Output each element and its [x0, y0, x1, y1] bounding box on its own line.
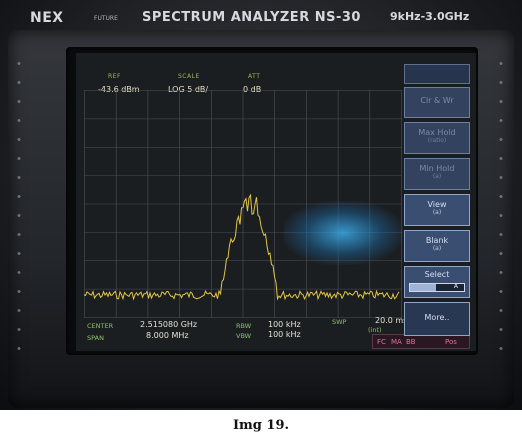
scale-label: SCALE [178, 73, 200, 80]
status-pos: Pos [445, 338, 457, 346]
vbw-label: VBW [236, 332, 252, 340]
select-value: A [453, 283, 458, 290]
rbw-label: RBW [236, 322, 252, 330]
left-speaker-grille [14, 54, 24, 354]
softkey-select-label: Select [424, 270, 450, 279]
screen-glare [283, 201, 403, 265]
softkey-blank[interactable]: Blank (a) [404, 230, 470, 262]
status-fc: FC [377, 338, 386, 346]
softkey-view[interactable]: View (a) [404, 194, 470, 226]
softkey-clear-write-label: Clr & Wr [420, 96, 454, 105]
softkey-max-hold-sub: (ratio) [427, 137, 447, 144]
ref-label: REF [108, 73, 121, 80]
span-value: 8.000 MHz [146, 331, 189, 340]
status-bar: FC MA BB Pos [372, 334, 470, 349]
att-label: ATT [248, 73, 261, 80]
right-speaker-grille [496, 54, 506, 354]
softkey-select[interactable]: Select A [404, 266, 470, 298]
status-bb: BB [406, 338, 416, 346]
swp-value: 20.0 ms [375, 316, 408, 325]
softkey-max-hold-label: Max Hold [418, 128, 456, 137]
frequency-range: 9kHz-3.0GHz [390, 10, 470, 23]
swp-label: SWP [332, 318, 347, 326]
softkey-min-hold-label: Min Hold [419, 164, 455, 173]
softkey-view-label: View [427, 200, 447, 209]
softkey-blank-top[interactable] [404, 64, 470, 84]
softkey-min-hold-sub: (a) [432, 173, 442, 180]
softkey-min-hold[interactable]: Min Hold (a) [404, 158, 470, 190]
softkey-clear-write[interactable]: Clr & Wr [404, 87, 470, 118]
softkey-max-hold[interactable]: Max Hold (ratio) [404, 122, 470, 154]
image-caption: Img 19. [232, 418, 290, 433]
brand-logo: NEX [30, 10, 64, 26]
select-indicator: A [409, 283, 465, 292]
swp-sub: (int) [368, 326, 382, 334]
softkey-view-sub: (a) [432, 209, 442, 216]
select-indicator-fill [410, 284, 436, 291]
brand-logo-sub: FUTURE [94, 15, 118, 22]
center-value: 2.515080 GHz [140, 320, 198, 329]
rbw-value: 100 kHz [268, 320, 301, 329]
softkey-more[interactable]: More.. [404, 302, 470, 336]
softkey-more-label: More.. [424, 313, 450, 322]
vbw-value: 100 kHz [268, 330, 301, 339]
model-name: SPECTRUM ANALYZER NS-30 [142, 10, 361, 25]
instrument-photo: NEX FUTURE SPECTRUM ANALYZER NS-30 9kHz-… [0, 0, 522, 410]
softkey-blank-label: Blank [425, 236, 449, 245]
softkey-blank-sub: (a) [432, 245, 442, 252]
status-ma: MA [391, 338, 402, 346]
instrument-nameplate: NEX FUTURE SPECTRUM ANALYZER NS-30 9kHz-… [30, 8, 512, 30]
span-label: SPAN [87, 334, 104, 342]
center-label: CENTER [87, 322, 114, 330]
